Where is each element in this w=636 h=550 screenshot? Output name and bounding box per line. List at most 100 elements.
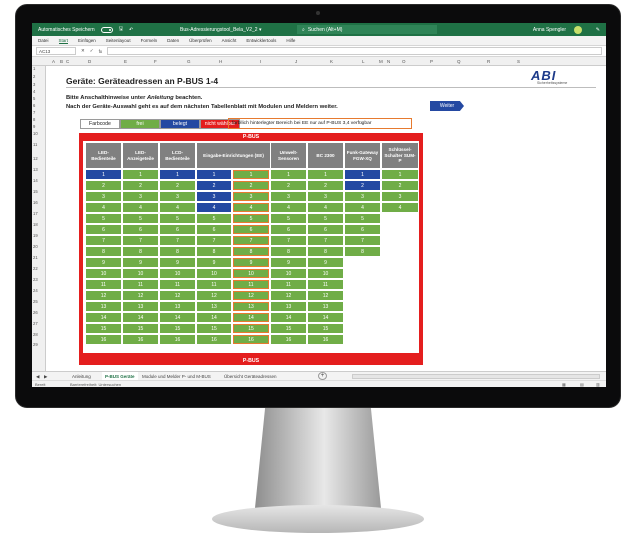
- fx-icon[interactable]: fx: [99, 49, 103, 54]
- address-cell[interactable]: 2: [308, 181, 343, 190]
- address-cell[interactable]: 4: [308, 203, 343, 212]
- column-header-b[interactable]: B: [60, 59, 63, 64]
- address-cell[interactable]: 3: [197, 192, 231, 201]
- address-cell[interactable]: 6: [86, 225, 121, 234]
- address-cell[interactable]: 8: [233, 247, 269, 256]
- address-cell[interactable]: 5: [123, 214, 158, 223]
- row-header-8[interactable]: 8: [33, 117, 35, 122]
- ribbon-tab-datei[interactable]: Datei: [38, 38, 49, 43]
- sheet-tab[interactable]: Module und Melder P- und M-BUS: [142, 374, 211, 379]
- address-cell[interactable]: 16: [160, 335, 195, 344]
- address-cell[interactable]: 9: [308, 258, 343, 267]
- add-sheet-button[interactable]: +: [318, 372, 327, 380]
- address-cell[interactable]: 1: [382, 170, 418, 179]
- row-header-24[interactable]: 24: [33, 288, 38, 293]
- address-cell[interactable]: 10: [271, 269, 306, 278]
- address-cell[interactable]: 16: [308, 335, 343, 344]
- address-cell[interactable]: 3: [345, 192, 380, 201]
- accessibility-status[interactable]: Barrierefreiheit: Untersuchen: [70, 382, 121, 387]
- avatar[interactable]: [574, 26, 582, 34]
- address-cell[interactable]: 3: [271, 192, 306, 201]
- address-cell[interactable]: 11: [123, 280, 158, 289]
- address-cell[interactable]: 5: [197, 214, 231, 223]
- address-cell[interactable]: 11: [86, 280, 121, 289]
- address-cell[interactable]: 8: [123, 247, 158, 256]
- address-cell[interactable]: 9: [197, 258, 231, 267]
- address-cell[interactable]: 2: [160, 181, 195, 190]
- search-box[interactable]: ⌕ Suchen (Alt+M): [297, 25, 437, 34]
- address-cell[interactable]: 13: [308, 302, 343, 311]
- address-cell[interactable]: 10: [86, 269, 121, 278]
- row-header-22[interactable]: 22: [33, 266, 38, 271]
- address-cell[interactable]: 10: [123, 269, 158, 278]
- address-cell[interactable]: 14: [271, 313, 306, 322]
- address-cell[interactable]: 15: [233, 324, 269, 333]
- address-cell[interactable]: 16: [271, 335, 306, 344]
- row-header-14[interactable]: 14: [33, 178, 38, 183]
- column-header-h[interactable]: H: [219, 59, 222, 64]
- address-cell[interactable]: 2: [382, 181, 418, 190]
- ribbon-tab-daten[interactable]: Daten: [167, 38, 179, 43]
- column-header-i[interactable]: I: [260, 59, 261, 64]
- view-layout-icon[interactable]: ▤: [580, 382, 584, 387]
- address-cell[interactable]: 2: [123, 181, 158, 190]
- row-header-28[interactable]: 28: [33, 332, 38, 337]
- horizontal-scrollbar[interactable]: [352, 374, 600, 379]
- row-header-10[interactable]: 10: [33, 131, 38, 136]
- column-header-r[interactable]: R: [487, 59, 490, 64]
- address-cell[interactable]: 8: [345, 247, 380, 256]
- address-cell[interactable]: 11: [233, 280, 269, 289]
- address-cell[interactable]: 9: [86, 258, 121, 267]
- address-cell[interactable]: 9: [233, 258, 269, 267]
- address-cell[interactable]: 4: [197, 203, 231, 212]
- address-cell[interactable]: 7: [160, 236, 195, 245]
- address-cell[interactable]: 4: [233, 203, 269, 212]
- address-cell[interactable]: 7: [345, 236, 380, 245]
- row-header-13[interactable]: 13: [33, 167, 38, 172]
- address-cell[interactable]: 4: [160, 203, 195, 212]
- column-header-l[interactable]: L: [362, 59, 365, 64]
- address-cell[interactable]: 13: [233, 302, 269, 311]
- column-header-n[interactable]: N: [387, 59, 390, 64]
- address-cell[interactable]: 1: [197, 170, 231, 179]
- address-cell[interactable]: 8: [197, 247, 231, 256]
- address-cell[interactable]: 8: [86, 247, 121, 256]
- row-header-23[interactable]: 23: [33, 277, 38, 282]
- view-pagebreak-icon[interactable]: ▥: [596, 382, 600, 387]
- row-header-12[interactable]: 12: [33, 156, 38, 161]
- address-cell[interactable]: 12: [123, 291, 158, 300]
- address-cell[interactable]: 12: [233, 291, 269, 300]
- address-cell[interactable]: 5: [308, 214, 343, 223]
- column-header-m[interactable]: M: [379, 59, 383, 64]
- column-header-p[interactable]: P: [430, 59, 433, 64]
- address-cell[interactable]: 5: [86, 214, 121, 223]
- address-cell[interactable]: 7: [86, 236, 121, 245]
- address-cell[interactable]: 12: [308, 291, 343, 300]
- cancel-icon[interactable]: ✕: [81, 48, 85, 54]
- undo-icon[interactable]: ↶: [129, 27, 133, 33]
- address-cell[interactable]: 5: [160, 214, 195, 223]
- ribbon-tab-ansicht[interactable]: Ansicht: [222, 38, 237, 43]
- confirm-icon[interactable]: ✓: [90, 48, 94, 54]
- address-cell[interactable]: 16: [86, 335, 121, 344]
- save-icon[interactable]: 🖫: [119, 26, 123, 34]
- address-cell[interactable]: 12: [160, 291, 195, 300]
- address-cell[interactable]: 1: [86, 170, 121, 179]
- address-cell[interactable]: 16: [233, 335, 269, 344]
- address-cell[interactable]: 9: [160, 258, 195, 267]
- address-cell[interactable]: 9: [271, 258, 306, 267]
- address-cell[interactable]: 16: [197, 335, 231, 344]
- address-cell[interactable]: 5: [345, 214, 380, 223]
- ribbon-tab-einfügen[interactable]: Einfügen: [78, 38, 96, 43]
- address-cell[interactable]: 15: [123, 324, 158, 333]
- address-cell[interactable]: 15: [308, 324, 343, 333]
- address-cell[interactable]: 4: [382, 203, 418, 212]
- column-header-o[interactable]: O: [402, 59, 406, 64]
- address-cell[interactable]: 3: [123, 192, 158, 201]
- address-cell[interactable]: 11: [197, 280, 231, 289]
- ribbon-tab-überprüfen[interactable]: Überprüfen: [189, 38, 212, 43]
- address-cell[interactable]: 1: [345, 170, 380, 179]
- address-cell[interactable]: 4: [123, 203, 158, 212]
- row-header-25[interactable]: 25: [33, 299, 38, 304]
- sheet-tab[interactable]: Anleitung: [72, 374, 91, 379]
